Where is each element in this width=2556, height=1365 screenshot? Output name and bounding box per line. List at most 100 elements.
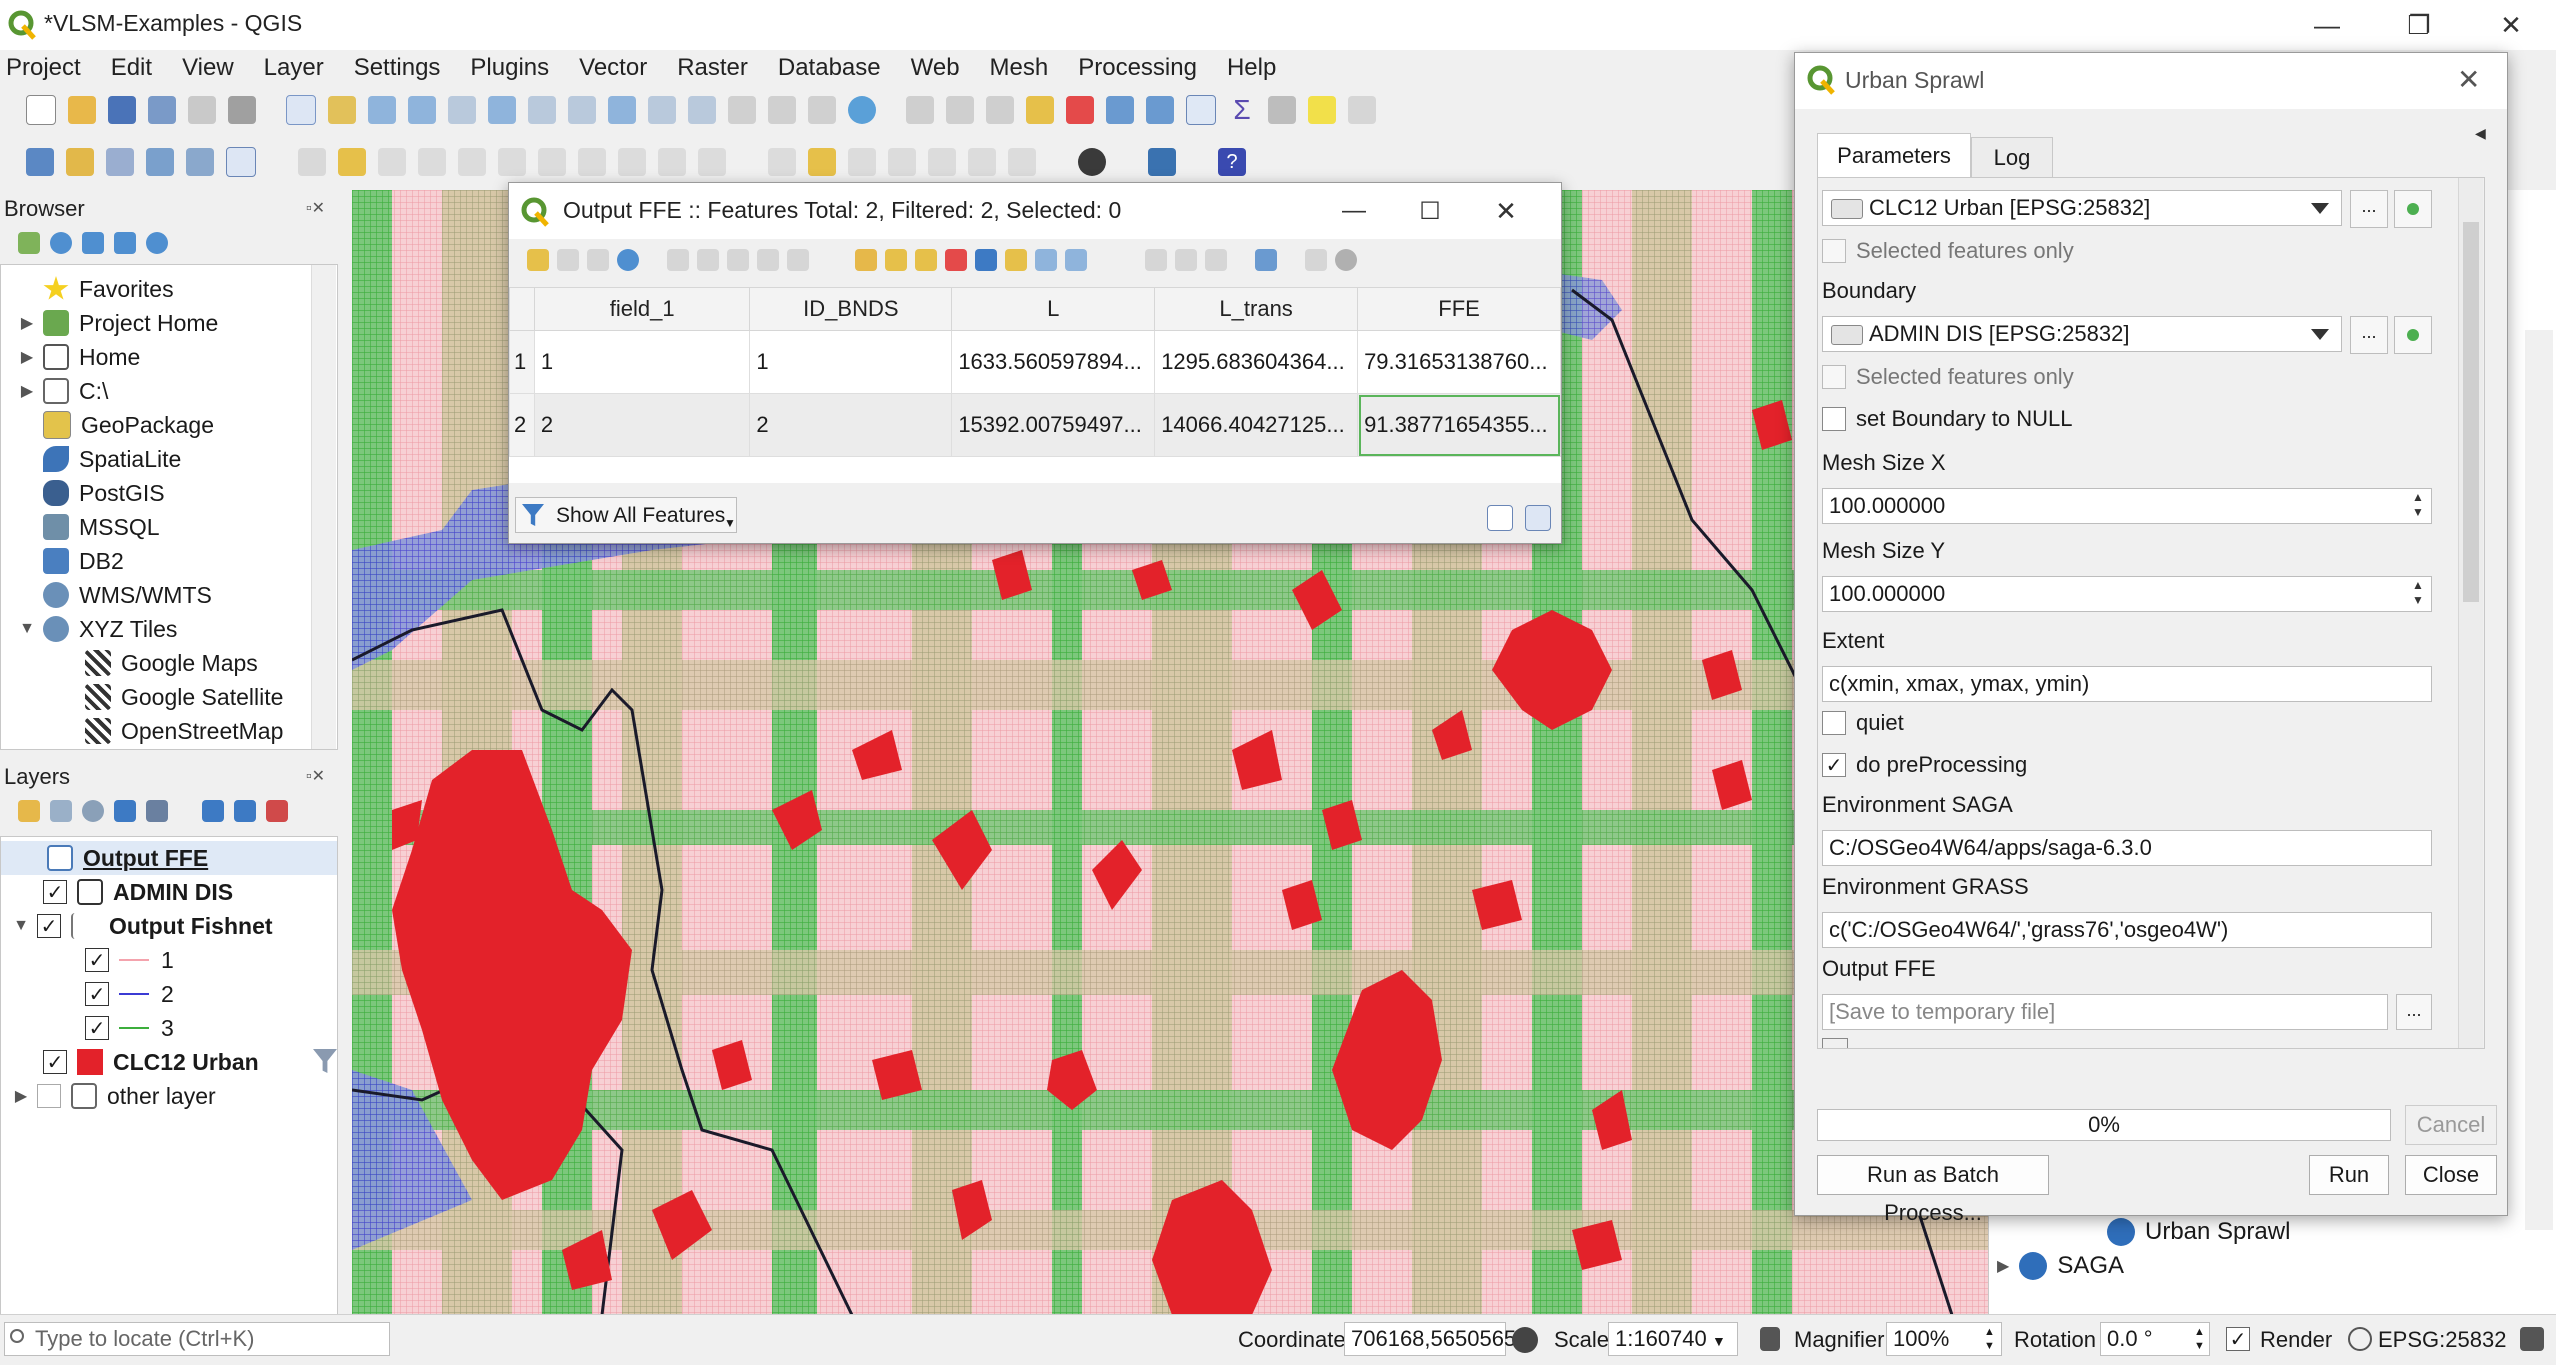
zoom-layer-icon[interactable] xyxy=(568,96,596,124)
menu-processing[interactable]: Processing xyxy=(1072,50,1203,86)
print-layout-icon[interactable] xyxy=(188,96,216,124)
attribute-table-icon[interactable] xyxy=(1106,96,1134,124)
add-feature-icon[interactable] xyxy=(667,249,689,271)
bookmark-icon[interactable] xyxy=(768,96,796,124)
scrollbar-thumb[interactable] xyxy=(2463,222,2479,602)
do-preprocessing-option[interactable]: ✓ do preProcessing xyxy=(1822,752,2027,778)
table-row[interactable]: 1 1 1 1633.560597894... 1295.683604364..… xyxy=(509,330,1561,394)
conditional-formatting-icon[interactable] xyxy=(1305,249,1327,271)
select-by-expression-icon[interactable] xyxy=(855,249,877,271)
filter-legend-icon[interactable] xyxy=(114,800,136,822)
float-panel-icon[interactable]: ▫✕ xyxy=(306,766,325,786)
zoom-next-icon[interactable] xyxy=(688,96,716,124)
new-project-icon[interactable] xyxy=(26,95,56,125)
table-cell[interactable]: 1 xyxy=(533,330,751,394)
messages-icon[interactable] xyxy=(2520,1327,2544,1351)
browser-item-mssql[interactable]: MSSQL xyxy=(19,510,160,544)
remove-layer-icon[interactable] xyxy=(266,800,288,822)
add-selected-icon[interactable] xyxy=(18,232,40,254)
action-icon[interactable] xyxy=(946,96,974,124)
menu-view[interactable]: View xyxy=(176,50,240,86)
delete-field-icon[interactable] xyxy=(1175,249,1197,271)
mesh-size-x-input[interactable]: 100.000000 xyxy=(1822,488,2432,524)
menu-project[interactable]: Project xyxy=(0,50,87,86)
browser-item-c-drive[interactable]: ▶ C:\ xyxy=(19,374,108,408)
parameters-scrollbar[interactable] xyxy=(2458,178,2483,1048)
digitize-icon[interactable] xyxy=(146,148,174,176)
spin-arrows-icon[interactable]: ▲ ▼ xyxy=(1984,1325,1995,1353)
multi-edit-icon[interactable] xyxy=(557,249,579,271)
new-shapefile-icon[interactable] xyxy=(106,148,134,176)
boundary-layer-select[interactable]: ADMIN DIS [EPSG:25832] xyxy=(1822,316,2342,352)
column-header[interactable]: ID_BNDS xyxy=(749,287,953,331)
toggle-extents-icon[interactable] xyxy=(1512,1327,1538,1353)
iterate-button[interactable] xyxy=(2394,190,2432,228)
pan-to-selected-icon[interactable] xyxy=(1035,249,1057,271)
env-saga-input[interactable]: C:/OSGeo4W64/apps/saga-6.3.0 xyxy=(1822,830,2432,866)
collapse-all-icon[interactable] xyxy=(114,232,136,254)
fishnet-class-3[interactable]: ✓ 3 xyxy=(85,1011,174,1045)
menu-web[interactable]: Web xyxy=(905,50,966,86)
fishnet-class-1[interactable]: ✓ 1 xyxy=(85,943,174,977)
browser-item-postgis[interactable]: PostGIS xyxy=(19,476,165,510)
pan-to-selection-icon[interactable] xyxy=(328,96,356,124)
toolbox-item-urban-sprawl[interactable]: Urban Sprawl xyxy=(2107,1218,2290,1246)
style-panel-icon[interactable] xyxy=(18,800,40,822)
show-all-features-button[interactable]: Show All Features ▼ xyxy=(515,497,737,533)
minimize-button[interactable]: — xyxy=(1319,187,1389,235)
table-view-icon[interactable] xyxy=(1525,505,1551,531)
toolbox-item-saga[interactable]: ▶ SAGA xyxy=(1997,1252,2124,1280)
browse-button[interactable]: ... xyxy=(2350,316,2388,354)
input-layer-select[interactable]: CLC12 Urban [EPSG:25832] xyxy=(1822,190,2342,226)
style-manager-icon[interactable] xyxy=(228,96,256,124)
menu-edit[interactable]: Edit xyxy=(105,50,158,86)
browser-item-google-satellite[interactable]: Google Satellite xyxy=(85,680,283,714)
delete-feature-icon[interactable] xyxy=(697,249,719,271)
invert-selection-icon[interactable] xyxy=(915,249,937,271)
browser-item-google-maps[interactable]: Google Maps xyxy=(85,646,258,680)
quiet-checkbox[interactable] xyxy=(1822,711,1846,735)
open-project-icon[interactable] xyxy=(68,96,96,124)
table-row[interactable]: 2 2 2 15392.00759497... 14066.40427125..… xyxy=(509,393,1561,457)
restore-button[interactable]: ❐ xyxy=(2384,0,2454,50)
column-header[interactable]: L xyxy=(951,287,1156,331)
layer-visibility-checkbox[interactable]: ✓ xyxy=(43,1050,67,1074)
toggle-editing-icon[interactable] xyxy=(527,249,549,271)
tab-parameters[interactable]: Parameters xyxy=(1817,133,1971,178)
do-preprocessing-checkbox[interactable]: ✓ xyxy=(1822,753,1846,777)
expand-all-icon[interactable] xyxy=(202,800,224,822)
python-console-icon[interactable] xyxy=(1148,148,1176,176)
browser-item-favorites[interactable]: Favorites xyxy=(19,272,174,306)
collapse-layers-icon[interactable] xyxy=(234,800,256,822)
close-button[interactable]: ✕ xyxy=(2476,0,2546,50)
layer-visibility-checkbox[interactable]: ✓ xyxy=(37,914,61,938)
change-label-icon[interactable] xyxy=(1008,148,1036,176)
layer-admin-dis[interactable]: ✓ ADMIN DIS xyxy=(43,875,233,909)
run-button[interactable]: Run xyxy=(2309,1155,2389,1195)
filter-icon[interactable] xyxy=(82,232,104,254)
column-header[interactable]: L_trans xyxy=(1154,287,1359,331)
statistics-icon[interactable]: Σ xyxy=(1228,96,1256,124)
refresh-icon[interactable] xyxy=(848,96,876,124)
cut-icon[interactable] xyxy=(538,148,566,176)
open-output-checkbox[interactable] xyxy=(1822,1038,1848,1048)
pin-labels-icon[interactable] xyxy=(848,148,876,176)
table-cell[interactable]: 1 xyxy=(749,330,953,394)
spin-arrows-icon[interactable]: ▲ ▼ xyxy=(2194,1325,2205,1353)
toggle-editing-icon[interactable] xyxy=(338,148,366,176)
new-field-icon[interactable] xyxy=(1145,249,1167,271)
layer-output-ffe[interactable]: Output FFE xyxy=(1,841,337,875)
output-ffe-input[interactable]: [Save to temporary file] xyxy=(1822,994,2388,1030)
select-value-icon[interactable] xyxy=(1026,96,1054,124)
env-grass-input[interactable]: c('C:/OSGeo4W64/','grass76','osgeo4W') xyxy=(1822,912,2432,948)
undo-icon[interactable] xyxy=(658,148,686,176)
georeferencer-icon[interactable] xyxy=(1078,148,1106,176)
menu-vector[interactable]: Vector xyxy=(573,50,653,86)
deselect-all-icon[interactable] xyxy=(945,249,967,271)
table-cell[interactable]: 2 xyxy=(749,393,953,457)
browser-item-wms[interactable]: WMS/WMTS xyxy=(19,578,212,612)
select-feature-icon[interactable] xyxy=(986,96,1014,124)
browser-item-home[interactable]: ▶ Home xyxy=(19,340,140,374)
table-cell[interactable]: 14066.40427125... xyxy=(1154,393,1359,457)
zoom-selection-icon[interactable] xyxy=(528,96,556,124)
